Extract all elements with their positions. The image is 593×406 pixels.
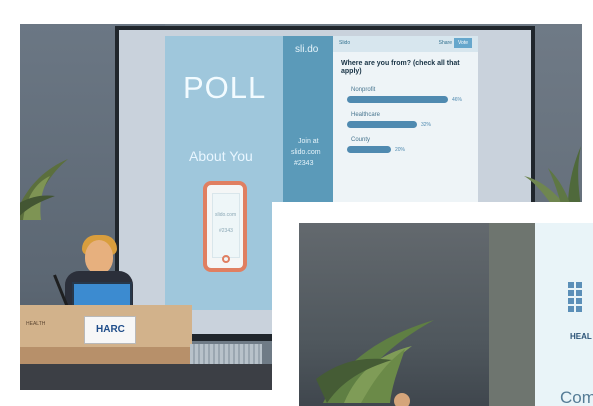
phone-screen: slido.com #2343 (212, 193, 240, 258)
grid-logo-icon (568, 282, 582, 312)
poll-panel-brand: Slido (339, 40, 351, 46)
poll-option-bar (347, 121, 417, 128)
harc-logo-text: HARC (96, 324, 125, 335)
slido-logo: sli.do (295, 44, 319, 55)
vote-button: Vote (454, 38, 472, 48)
poll-option-percent: 32% (421, 122, 432, 128)
podium-small-text: HEALTH (26, 321, 46, 327)
speaker-head (85, 240, 113, 274)
phone-illustration: slido.com #2343 (203, 181, 247, 272)
share-label: Share (438, 40, 452, 46)
phone-home-button-icon (222, 255, 230, 263)
podium-logo: HARC (84, 316, 136, 344)
inset-slide-label: HEAL (570, 332, 592, 341)
poll-option-percent: 46% (452, 97, 463, 103)
inset-person-head (394, 393, 410, 406)
phone-url-text: slido.com (215, 212, 237, 218)
inset-slide-caption: Com (560, 388, 593, 406)
inset-slide (535, 223, 593, 406)
slide-title: POLL (183, 70, 267, 105)
slido-url-label: slido.com (291, 149, 321, 156)
slide-subtitle: About You (189, 148, 253, 164)
slide-left-panel: POLL About You slido.com #2343 (165, 36, 283, 310)
photo-collage: POLL About You slido.com #2343 sli.do Jo… (0, 0, 593, 406)
poll-option-bar (347, 96, 448, 103)
poll-option-bar (347, 146, 391, 153)
phone-code-text: #2343 (219, 228, 233, 234)
inset-plant-icon (316, 320, 434, 403)
poll-panel-header: Slido Share Vote (333, 36, 478, 52)
poll-option-label: Healthcare (351, 112, 381, 118)
poll-option-label: Nonprofit (351, 87, 376, 93)
event-code-label: #2343 (294, 160, 314, 167)
poll-option-label: County (351, 137, 371, 143)
poll-question: Where are you from? (check all that appl… (341, 60, 460, 75)
plant-left-icon (20, 159, 68, 220)
join-at-label: Join at (298, 138, 319, 145)
inset-right-wall (489, 223, 541, 406)
poll-option-percent: 20% (395, 147, 406, 153)
inset-photo: HEAL Com (276, 206, 593, 406)
